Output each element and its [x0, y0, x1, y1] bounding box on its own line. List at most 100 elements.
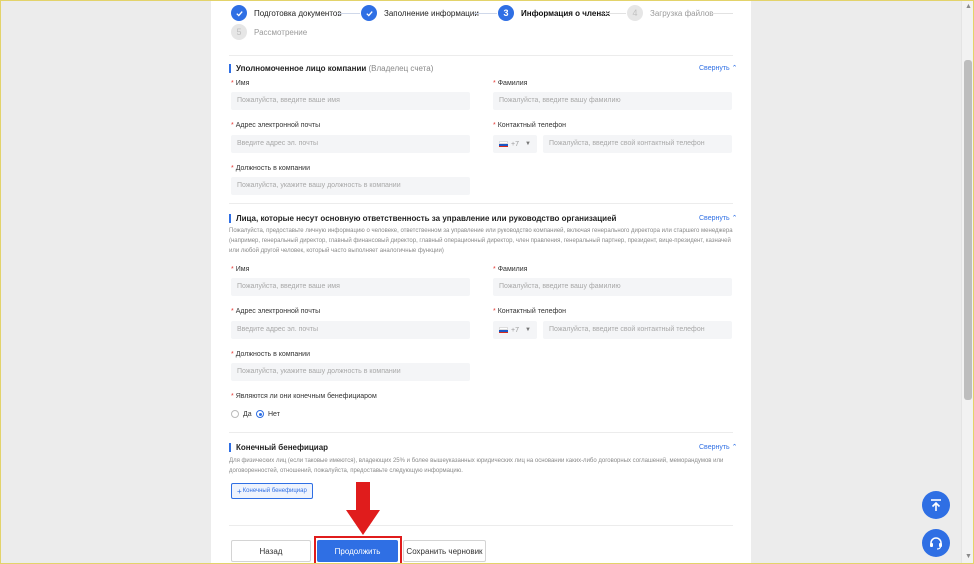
phone-input[interactable]: Пожалуйста, введите свой контактный теле… [543, 135, 732, 153]
check-icon [361, 5, 377, 21]
annotation-arrow-icon [346, 482, 380, 535]
chevron-up-icon: ⌃ [731, 444, 738, 451]
email-label: * Адрес электронной почты [231, 122, 321, 129]
step-number: 3 [498, 5, 514, 21]
position-input[interactable]: Пожалуйста, укажите вашу должность в ком… [231, 363, 470, 381]
scroll-to-top-button[interactable] [922, 491, 950, 519]
step-connector [338, 13, 360, 14]
save-draft-button[interactable]: Сохранить черновик [403, 540, 486, 562]
step-connector [711, 13, 733, 14]
position-input[interactable]: Пожалуйста, укажите вашу должность в ком… [231, 177, 470, 195]
country-code-select[interactable]: +7 ▼ [493, 321, 537, 339]
plus-icon: + [237, 486, 242, 496]
step-prepare-documents: Подготовка документов [231, 3, 342, 23]
russia-flag-icon [499, 327, 508, 333]
scroll-up-arrow-icon[interactable]: ▲ [964, 2, 973, 11]
label-text: Фамилия [497, 266, 528, 273]
section-title-management: Лица, которые несут основную ответственн… [229, 214, 616, 223]
collapse-label: Свернуть [699, 65, 730, 72]
step-label: Заполнение информации [384, 8, 479, 18]
email-input[interactable]: Введите адрес эл. почты [231, 135, 470, 153]
russia-flag-icon [499, 141, 508, 147]
check-icon [231, 5, 247, 21]
email-input[interactable]: Введите адрес эл. почты [231, 321, 470, 339]
step-label: Информация о членах [521, 8, 611, 18]
phone-code: +7 [511, 326, 519, 334]
label-text: Контактный телефон [497, 122, 566, 129]
radio-label: Нет [268, 410, 280, 418]
last-name-label: * Фамилия [493, 266, 528, 273]
label-text: Адрес электронной почты [235, 122, 321, 129]
chevron-up-icon: ⌃ [731, 215, 738, 222]
section-title-text: Уполномоченное лицо компании [236, 64, 367, 73]
first-name-label: * Имя [231, 266, 250, 273]
step-label: Рассмотрение [254, 27, 308, 37]
step-label: Подготовка документов [254, 8, 342, 18]
radio-label: Да [243, 410, 252, 418]
section2-description: Пожалуйста, предоставьте личную информац… [229, 228, 733, 254]
step-label: Загрузка файлов [650, 8, 714, 18]
radio-circle [231, 410, 239, 418]
label-text: Фамилия [497, 80, 528, 87]
step-connector [474, 13, 497, 14]
first-name-label: * Имя [231, 80, 250, 87]
page-scrollbar[interactable]: ▲ ▼ [961, 0, 974, 564]
collapse-label: Свернуть [699, 215, 730, 222]
add-beneficiary-label: Конечный бенефициар [242, 488, 307, 494]
step-review: 5 Рассмотрение [231, 22, 307, 42]
step-number: 5 [231, 24, 247, 40]
headset-icon [930, 537, 942, 550]
collapse-section2-button[interactable]: Свернуть ⌃ [699, 214, 738, 222]
step-connector [604, 13, 626, 14]
label-text: Адрес электронной почты [235, 308, 321, 315]
phone-label: * Контактный телефон [493, 308, 566, 315]
first-name-input[interactable]: Пожалуйста, введите ваше имя [231, 92, 470, 110]
section-subtitle: (Владелец счета) [368, 64, 434, 73]
form-page: Подготовка документов Заполнение информа… [211, 0, 751, 564]
section-title-beneficiary: Конечный бенефициар [229, 443, 328, 452]
position-label: * Должность в компании [231, 351, 310, 358]
phone-input[interactable]: Пожалуйста, введите свой контактный теле… [543, 321, 732, 339]
support-chat-button[interactable] [922, 529, 950, 557]
step-upload-files: 4 Загрузка файлов [627, 3, 714, 23]
divider [229, 203, 733, 204]
radio-yes[interactable]: Да [231, 410, 252, 418]
last-name-input[interactable]: Пожалуйста, введите вашу фамилию [493, 92, 732, 110]
label-text: Должность в компании [235, 165, 310, 172]
position-label: * Должность в компании [231, 165, 310, 172]
scroll-down-arrow-icon[interactable]: ▼ [964, 552, 973, 561]
step-fill-information: Заполнение информации [361, 3, 479, 23]
label-text: Должность в компании [235, 351, 310, 358]
label-text: Являются ли они конечным бенефициаром [235, 393, 377, 400]
beneficiary-question-label: * Являются ли они конечным бенефициаром [231, 393, 377, 400]
scrollbar-thumb[interactable] [964, 60, 972, 400]
country-code-select[interactable]: +7 ▼ [493, 135, 537, 153]
radio-no[interactable]: Нет [256, 410, 280, 418]
caret-down-icon: ▼ [525, 327, 531, 333]
last-name-input[interactable]: Пожалуйста, введите вашу фамилию [493, 278, 732, 296]
chevron-up-icon: ⌃ [731, 65, 738, 72]
add-beneficiary-button[interactable]: + Конечный бенефициар [231, 483, 313, 499]
label-text: Имя [235, 80, 250, 87]
label-text: Имя [235, 266, 250, 273]
step-members-information: 3 Информация о членах [498, 3, 610, 23]
step-number: 4 [627, 5, 643, 21]
phone-code: +7 [511, 140, 519, 148]
email-label: * Адрес электронной почты [231, 308, 321, 315]
radio-circle-selected [256, 410, 264, 418]
collapse-label: Свернуть [699, 444, 730, 451]
collapse-section3-button[interactable]: Свернуть ⌃ [699, 443, 738, 451]
phone-label: * Контактный телефон [493, 122, 566, 129]
collapse-section1-button[interactable]: Свернуть ⌃ [699, 64, 738, 72]
section-title-authorized-person: Уполномоченное лицо компании (Владелец с… [229, 64, 433, 73]
last-name-label: * Фамилия [493, 80, 528, 87]
section3-description: Для физических лиц (если таковые имеются… [229, 458, 724, 474]
label-text: Контактный телефон [497, 308, 566, 315]
back-button[interactable]: Назад [231, 540, 311, 562]
continue-button[interactable]: Продолжить [317, 540, 398, 562]
caret-down-icon: ▼ [525, 141, 531, 147]
arrow-up-icon [931, 499, 941, 511]
divider [229, 525, 733, 526]
first-name-input[interactable]: Пожалуйста, введите ваше имя [231, 278, 470, 296]
divider [229, 432, 733, 433]
